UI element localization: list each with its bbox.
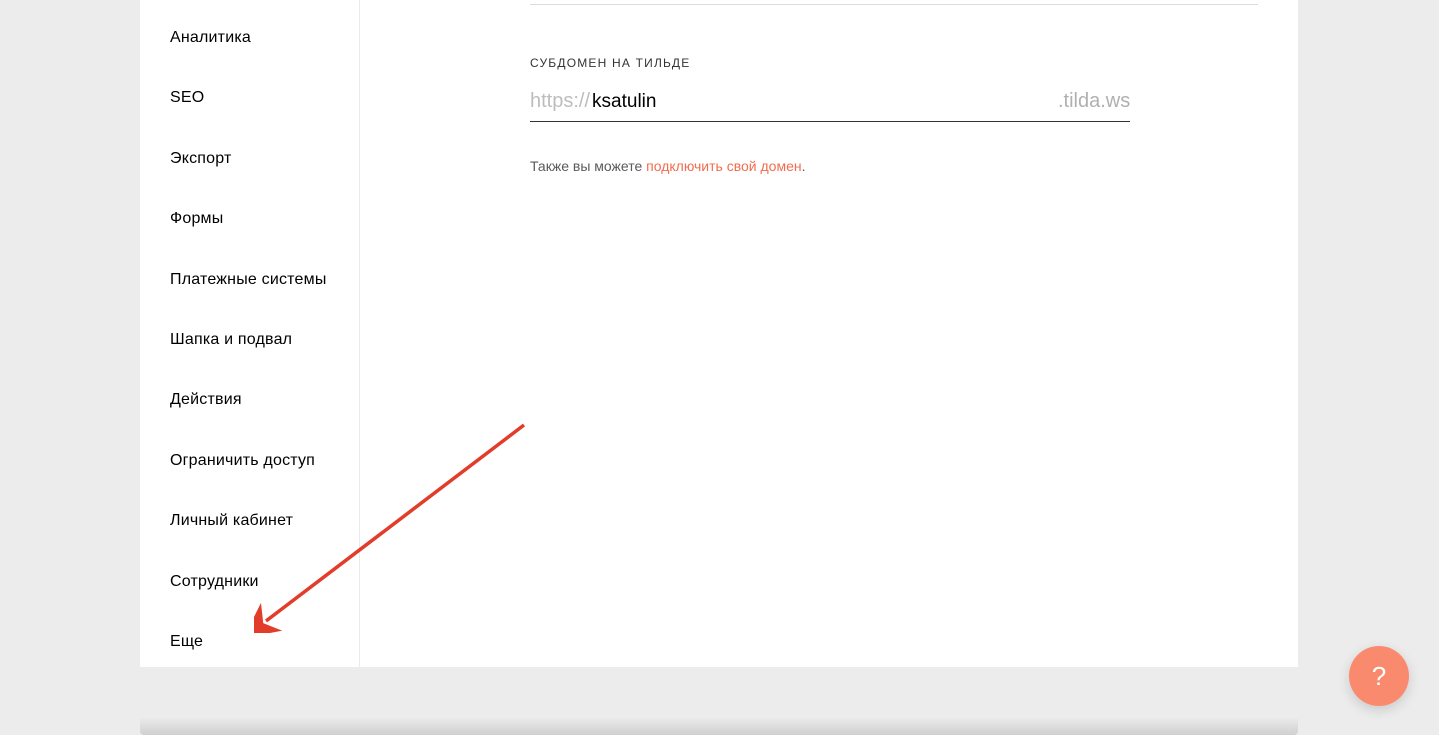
sidebar-item-more[interactable]: Еще (140, 612, 359, 672)
sidebar-item-export[interactable]: Экспорт (140, 129, 359, 189)
domain-hint: Также вы можете подключить свой домен. (530, 158, 1130, 174)
sidebar-item-actions[interactable]: Действия (140, 370, 359, 430)
help-icon: ? (1372, 661, 1386, 692)
subdomain-row: https:// .tilda.ws (530, 84, 1130, 122)
hint-before: Также вы можете (530, 158, 646, 174)
subdomain-label: СУБДОМЕН НА ТИЛЬДЕ (530, 56, 1130, 70)
bottom-shadow (140, 717, 1298, 735)
subdomain-field: СУБДОМЕН НА ТИЛЬДЕ https:// .tilda.ws Та… (530, 56, 1130, 174)
sidebar: Аналитика SEO Экспорт Формы Платежные си… (140, 0, 360, 667)
hint-after: . (802, 158, 806, 174)
divider (530, 4, 1258, 5)
subdomain-prefix: https:// (530, 84, 590, 121)
help-button[interactable]: ? (1349, 646, 1409, 706)
subdomain-suffix: .tilda.ws (1058, 90, 1130, 113)
sidebar-item-header-footer[interactable]: Шапка и подвал (140, 310, 359, 370)
sidebar-item-seo[interactable]: SEO (140, 68, 359, 128)
sidebar-item-personal-cabinet[interactable]: Личный кабинет (140, 491, 359, 551)
sidebar-item-analytics[interactable]: Аналитика (140, 8, 359, 68)
sidebar-item-payment-systems[interactable]: Платежные системы (140, 250, 359, 310)
sidebar-item-forms[interactable]: Формы (140, 189, 359, 249)
subdomain-input[interactable] (590, 85, 1130, 121)
sidebar-item-restrict-access[interactable]: Ограничить доступ (140, 431, 359, 491)
connect-own-domain-link[interactable]: подключить свой домен (646, 158, 801, 174)
sidebar-item-employees[interactable]: Сотрудники (140, 552, 359, 612)
main-content: СУБДОМЕН НА ТИЛЬДЕ https:// .tilda.ws Та… (360, 0, 1298, 667)
settings-panel: Аналитика SEO Экспорт Формы Платежные си… (140, 0, 1298, 667)
